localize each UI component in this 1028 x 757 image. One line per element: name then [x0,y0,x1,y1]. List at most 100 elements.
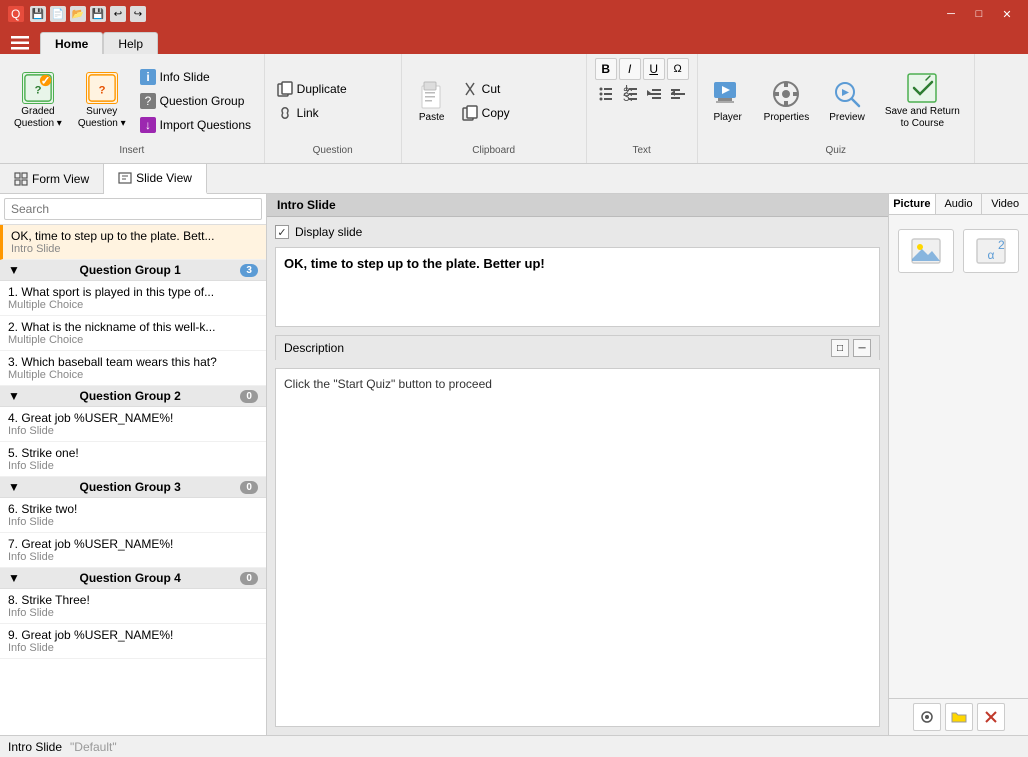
bold-button[interactable]: B [595,58,617,80]
list-item[interactable]: 8. Strike Three! Info Slide [0,589,266,624]
list-item[interactable]: 5. Strike one! Info Slide [0,442,266,477]
svg-text:α: α [988,248,995,262]
form-view-tab[interactable]: Form View [0,164,104,193]
item-title: 1. What sport is played in this type of.… [8,285,258,299]
tab-home[interactable]: Home [40,32,103,54]
survey-question-button[interactable]: ? SurveyQuestion ▾ [72,68,132,134]
title-bar-left: Q 💾 📄 📂 💾 ↩ ↪ [8,6,146,22]
ribbon-group-question: Duplicate Link Question [265,54,402,163]
indent-decrease-button[interactable] [643,82,665,104]
slide-view-tab[interactable]: Slide View [104,164,207,194]
form-view-label: Form View [32,172,89,186]
display-slide-checkbox[interactable] [275,225,289,239]
tab-help[interactable]: Help [103,32,158,54]
item-subtitle: Multiple Choice [8,299,258,311]
player-button[interactable]: Player [706,74,750,128]
intro-slide-item[interactable]: OK, time to step up to the plate. Bett..… [0,225,266,260]
import-questions-button[interactable]: ↓ Import Questions [136,114,256,136]
preview-button[interactable]: Preview [823,74,871,128]
desc-expand-button[interactable]: □ [831,339,849,357]
question-group-button[interactable]: ? Question Group [136,90,256,112]
undo-icon[interactable]: ↩ [110,6,126,22]
graded-question-icon: ? ✓ [22,72,54,104]
desc-collapse-button[interactable]: ─ [853,339,871,357]
right-panel-tabs: Picture Audio Video [889,194,1028,215]
italic-button[interactable]: I [619,58,641,80]
svg-text:i: i [146,70,149,84]
list-item[interactable]: 2. What is the nickname of this well-k..… [0,316,266,351]
tab-picture[interactable]: Picture [889,194,936,214]
duplicate-button[interactable]: Duplicate [273,78,393,100]
description-text-area[interactable]: Click the "Start Quiz" button to proceed [275,368,880,727]
save-return-button[interactable]: Save and Returnto Course [879,68,966,134]
svg-text:✓: ✓ [41,75,50,87]
folder-tool-button[interactable] [945,703,973,731]
item-title: 2. What is the nickname of this well-k..… [8,320,258,334]
new-icon[interactable]: 📄 [50,6,66,22]
group2-header[interactable]: ▼ Question Group 2 0 [0,386,266,407]
delete-tool-button[interactable] [977,703,1005,731]
description-header: Description □ ─ [275,335,880,360]
indent-increase-button[interactable] [667,82,689,104]
group3-collapse-icon: ▼ [8,480,20,494]
image-insert-button[interactable] [898,229,954,273]
slide-view-label: Slide View [136,171,192,185]
paste-button[interactable]: Paste [410,74,454,128]
preview-label: Preview [829,112,865,124]
text-format-row2: 1.2.3. [595,82,689,104]
minimize-button[interactable]: ─ [938,4,964,24]
group4-collapse-icon: ▼ [8,571,20,585]
tab-video[interactable]: Video [982,194,1028,214]
group4-header[interactable]: ▼ Question Group 4 0 [0,568,266,589]
info-slide-button[interactable]: i Info Slide [136,66,256,88]
settings-tool-button[interactable] [913,703,941,731]
description-label: Description [284,341,344,355]
group1-label: Question Group 1 [79,263,180,277]
underline-button[interactable]: U [643,58,665,80]
save-return-label: Save and Returnto Course [885,106,960,130]
delete-icon [983,709,999,725]
special-char-button[interactable]: Ω [667,58,689,80]
open-icon[interactable]: 📂 [70,6,86,22]
close-button[interactable]: ✕ [994,4,1020,24]
list-item[interactable]: 1. What sport is played in this type of.… [0,281,266,316]
question-group-icon: ? [140,93,156,109]
content-header: Intro Slide [267,194,888,217]
item-title: 4. Great job %USER_NAME%! [8,411,258,425]
save2-icon[interactable]: 💾 [90,6,106,22]
list-item[interactable]: 6. Strike two! Info Slide [0,498,266,533]
paste-icon [416,78,448,110]
search-box [0,194,266,225]
image-icon [910,235,942,267]
redo-icon[interactable]: ↪ [130,6,146,22]
graded-question-button[interactable]: ? ✓ GradedQuestion ▾ [8,68,68,134]
desc-header-controls: □ ─ [831,339,871,357]
numbered-list-button[interactable]: 1.2.3. [619,82,641,104]
save-icon[interactable]: 💾 [30,6,46,22]
view-toggle: Form View Slide View [0,164,1028,194]
save-return-icon [906,72,938,104]
list-item[interactable]: 9. Great job %USER_NAME%! Info Slide [0,624,266,659]
properties-icon [770,78,802,110]
list-item[interactable]: 4. Great job %USER_NAME%! Info Slide [0,407,266,442]
svg-text:Q: Q [11,7,20,21]
search-input[interactable] [4,198,262,220]
group4-badge: 0 [240,572,258,585]
question-buttons: Duplicate Link [273,58,393,143]
properties-button[interactable]: Properties [758,74,816,128]
formula-insert-button[interactable]: α 2 [963,229,1019,273]
list-item[interactable]: 3. Which baseball team wears this hat? M… [0,351,266,386]
ribbon-group-insert: ? ✓ GradedQuestion ▾ ? SurveyQuestion ▾ [0,54,265,163]
formula-icon: α 2 [975,235,1007,267]
main-text-editor[interactable]: OK, time to step up to the plate. Better… [275,247,880,327]
group3-header[interactable]: ▼ Question Group 3 0 [0,477,266,498]
link-button[interactable]: Link [273,102,393,124]
bullets-button[interactable] [595,82,617,104]
cut-button[interactable]: Cut [458,78,578,100]
group1-header[interactable]: ▼ Question Group 1 3 [0,260,266,281]
app-menu-button[interactable] [4,32,36,54]
maximize-button[interactable]: □ [966,4,992,24]
list-item[interactable]: 7. Great job %USER_NAME%! Info Slide [0,533,266,568]
tab-audio[interactable]: Audio [936,194,983,214]
copy-button[interactable]: Copy [458,102,578,124]
